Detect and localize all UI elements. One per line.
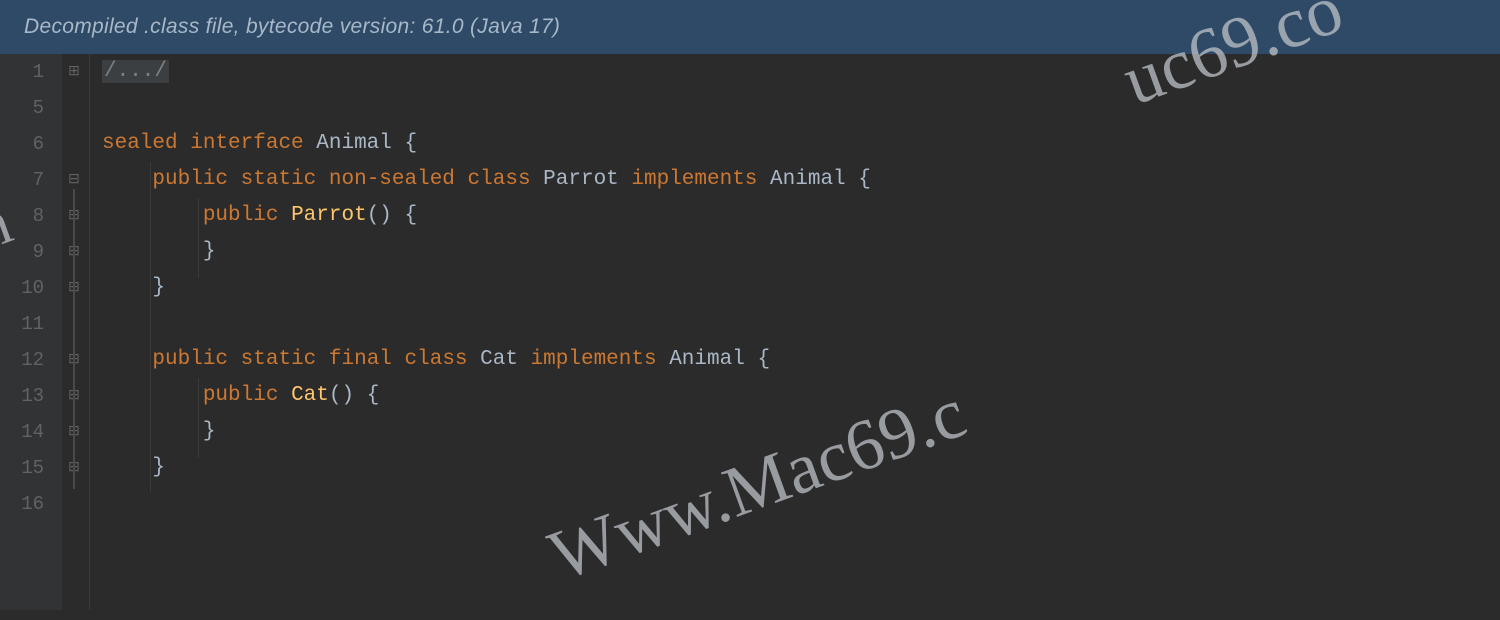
code-line: public static non-sealed class Parrot im… xyxy=(102,162,1500,198)
code-line: public Cat() { xyxy=(102,378,1500,414)
line-number: 1 xyxy=(0,54,44,90)
line-number: 6 xyxy=(0,126,44,162)
code-line: public Parrot() { xyxy=(102,198,1500,234)
code-line: } xyxy=(102,270,1500,306)
line-number: 9 xyxy=(0,234,44,270)
code-line: sealed interface Animal { xyxy=(102,126,1500,162)
code-area[interactable]: /.../ sealed interface Animal { public s… xyxy=(90,54,1500,610)
line-number: 10 xyxy=(0,270,44,306)
line-number-gutter: 1 5 6 7 8 9 10 11 12 13 14 15 16 xyxy=(0,54,62,610)
folded-region[interactable]: /.../ xyxy=(102,60,169,83)
line-number: 11 xyxy=(0,306,44,342)
line-number: 16 xyxy=(0,486,44,522)
line-number: 5 xyxy=(0,90,44,126)
code-line xyxy=(102,90,1500,126)
code-line: } xyxy=(102,450,1500,486)
line-number: 8 xyxy=(0,198,44,234)
line-number: 15 xyxy=(0,450,44,486)
code-line: } xyxy=(102,414,1500,450)
fold-gutter xyxy=(62,54,90,610)
decompiled-banner: Decompiled .class file, bytecode version… xyxy=(0,0,1500,54)
code-line: /.../ xyxy=(102,54,1500,90)
code-line xyxy=(102,486,1500,522)
line-number: 14 xyxy=(0,414,44,450)
line-number: 12 xyxy=(0,342,44,378)
code-editor: 1 5 6 7 8 9 10 11 12 13 14 15 16 /.../ xyxy=(0,54,1500,610)
code-line: } xyxy=(102,234,1500,270)
line-number: 13 xyxy=(0,378,44,414)
code-line: public static final class Cat implements… xyxy=(102,342,1500,378)
code-line xyxy=(102,306,1500,342)
line-number: 7 xyxy=(0,162,44,198)
fold-expand-icon[interactable] xyxy=(66,64,82,80)
fold-collapse-icon[interactable] xyxy=(66,172,82,188)
